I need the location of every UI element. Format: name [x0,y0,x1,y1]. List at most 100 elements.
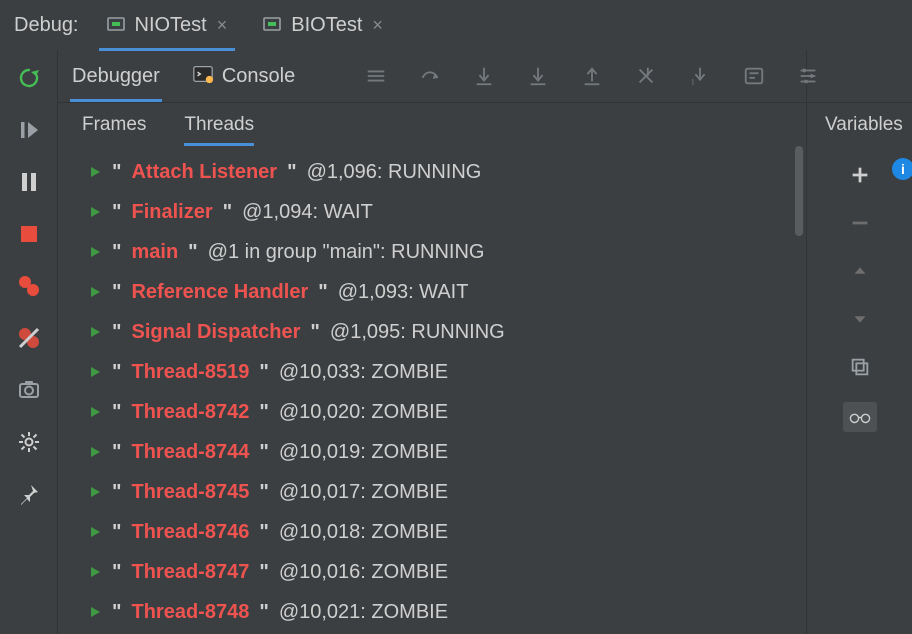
remove-watch-button[interactable] [847,210,873,236]
thread-row[interactable]: "main"@1 in group "main": RUNNING [88,232,792,272]
thread-row[interactable]: "Thread-8748"@10,021: ZOMBIE [88,592,792,632]
expand-icon[interactable] [88,165,102,179]
thread-row[interactable]: "Thread-8744"@10,019: ZOMBIE [88,432,792,472]
expand-icon[interactable] [88,205,102,219]
expand-icon[interactable] [88,445,102,459]
drop-frame-icon[interactable] [633,63,659,89]
close-icon[interactable]: × [217,15,228,36]
expand-icon[interactable] [88,565,102,579]
trace-current-stream-chain-icon[interactable] [795,63,821,89]
expand-icon[interactable] [88,525,102,539]
quote: " [287,161,296,184]
thread-row[interactable]: "Reference Handler"@1,093: WAIT [88,272,792,312]
tab-console[interactable]: Console [190,50,297,102]
expand-icon[interactable] [88,365,102,379]
thread-row[interactable]: "Thread-8747"@10,016: ZOMBIE [88,552,792,592]
quote: " [112,481,121,504]
thread-status: @10,020: ZOMBIE [279,401,448,424]
threads-list[interactable]: "Attach Listener"@1,096: RUNNING"Finaliz… [58,146,792,634]
expand-icon[interactable] [88,285,102,299]
stop-button[interactable] [15,220,43,248]
thread-row[interactable]: "Thread-8745"@10,017: ZOMBIE [88,472,792,512]
pin-button[interactable] [15,480,43,508]
tab-threads[interactable]: Threads [184,103,254,146]
expand-icon[interactable] [88,605,102,619]
run-config-icon [263,16,281,34]
debugger-center: Debugger Console I Frame [58,50,806,634]
force-step-into-icon[interactable] [525,63,551,89]
close-icon[interactable]: × [372,15,383,36]
expand-icon[interactable] [88,245,102,259]
tab-debugger[interactable]: Debugger [70,50,162,102]
thread-row[interactable]: "Attach Listener"@1,096: RUNNING [88,152,792,192]
step-over-icon[interactable] [417,63,443,89]
console-icon [192,63,214,90]
thread-name: Thread-8742 [131,401,249,424]
quote: " [223,201,232,224]
run-to-cursor-icon[interactable]: I [687,63,713,89]
quote: " [259,401,268,424]
tab-label: Frames [82,114,146,136]
quote: " [112,601,121,624]
scrollbar[interactable] [792,146,806,634]
run-config-label: NIOTest [135,14,207,37]
thread-row[interactable]: "Thread-8519"@10,033: ZOMBIE [88,352,792,392]
thread-row[interactable]: "Thread-8746"@10,018: ZOMBIE [88,512,792,552]
move-down-icon[interactable] [847,306,873,332]
run-config-icon [107,16,125,34]
run-config-tab-biotest[interactable]: BIOTest × [255,0,391,50]
resume-button[interactable] [15,116,43,144]
thread-row[interactable]: "Signal Dispatcher"@1,095: RUNNING [88,312,792,352]
thread-status: @10,021: ZOMBIE [279,601,448,624]
debug-toolbar [0,50,58,634]
info-icon[interactable]: i [892,158,912,180]
evaluate-expression-icon[interactable] [741,63,767,89]
debugger-main: Debugger Console I Frame [0,50,912,634]
duplicate-watch-icon[interactable] [847,354,873,380]
thread-row[interactable]: " Finalizer " @1,094: WAIT [88,192,792,232]
expand-icon[interactable] [88,485,102,499]
quote: " [112,281,121,304]
new-watch-button[interactable] [847,162,873,188]
quote: " [112,201,121,224]
variables-panel: Variables i [806,50,912,634]
show-execution-point-icon[interactable] [363,63,389,89]
thread-status: @1,094: WAIT [242,201,373,224]
run-config-label: BIOTest [291,14,362,37]
thread-name: Finalizer [131,201,212,224]
pause-button[interactable] [15,168,43,196]
thread-status: @10,018: ZOMBIE [279,521,448,544]
step-out-icon[interactable] [579,63,605,89]
thread-dump-button[interactable] [15,376,43,404]
expand-icon[interactable] [88,405,102,419]
thread-name: Thread-8748 [131,601,249,624]
settings-button[interactable] [15,428,43,456]
variables-label[interactable]: Variables [807,102,912,146]
thread-name: main [131,241,178,264]
thread-row[interactable]: "Thread-8742"@10,020: ZOMBIE [88,392,792,432]
thread-status: @1,096: RUNNING [307,161,482,184]
debug-top-bar: Debug: NIOTest × BIOTest × [0,0,912,50]
svg-text:I: I [692,78,694,87]
thread-status: @10,017: ZOMBIE [279,481,448,504]
thread-status: @10,016: ZOMBIE [279,561,448,584]
debug-label: Debug: [14,14,79,37]
show-watches-icon[interactable] [843,402,877,432]
thread-name: Thread-8746 [131,521,249,544]
mute-breakpoints-button[interactable] [15,324,43,352]
thread-status: @1 in group "main": RUNNING [208,241,485,264]
tab-frames[interactable]: Frames [82,103,146,146]
variables-toolbar: i [807,146,912,634]
step-into-icon[interactable] [471,63,497,89]
move-up-icon[interactable] [847,258,873,284]
view-breakpoints-button[interactable] [15,272,43,300]
quote: " [112,561,121,584]
quote: " [259,521,268,544]
scrollbar-thumb[interactable] [795,146,803,236]
thread-status: @1,093: WAIT [338,281,469,304]
quote: " [112,161,121,184]
rerun-button[interactable] [15,64,43,92]
run-config-tab-niotest[interactable]: NIOTest × [99,0,236,50]
expand-icon[interactable] [88,325,102,339]
stepping-actions: I [363,63,821,89]
